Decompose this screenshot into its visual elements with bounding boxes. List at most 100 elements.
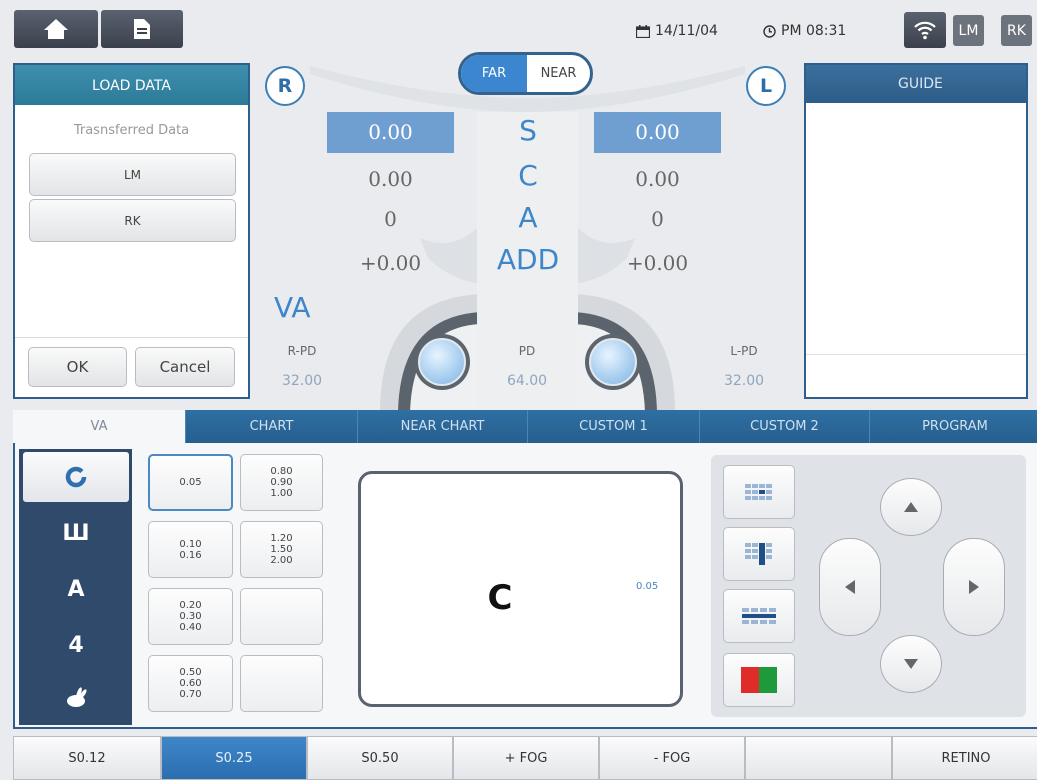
optotype-ring-c[interactable]: [23, 452, 129, 502]
chart-mask-single-button[interactable]: [723, 465, 795, 519]
calendar-icon: [636, 24, 650, 38]
left-eye-indicator[interactable]: L: [746, 66, 786, 106]
far-option[interactable]: FAR: [461, 55, 527, 92]
tab-program[interactable]: PROGRAM: [869, 410, 1037, 443]
left-sphere-value[interactable]: 0.00: [594, 112, 721, 153]
tab-va[interactable]: VA: [13, 410, 185, 443]
transferred-data-label: Trasnsferred Data: [73, 123, 190, 138]
tab-custom-1[interactable]: CUSTOM 1: [527, 410, 699, 443]
document-button[interactable]: [101, 10, 183, 48]
sphere-label: S: [519, 114, 537, 147]
acuity-cell-empty-2[interactable]: [240, 655, 323, 712]
tab-chart[interactable]: CHART: [185, 410, 357, 443]
left-pd-label: L-PD: [730, 344, 758, 358]
far-near-toggle[interactable]: FAR NEAR: [458, 52, 593, 95]
right-eye-indicator[interactable]: R: [265, 66, 305, 106]
s025-button[interactable]: S0.25: [161, 736, 307, 780]
date-text: 14/11/04: [655, 23, 718, 39]
divider: [15, 337, 248, 338]
arrow-up-button[interactable]: [880, 478, 942, 536]
load-data-title: LOAD DATA: [15, 65, 248, 105]
right-axis-value[interactable]: 0: [327, 203, 454, 235]
chart-mask-vertical-button[interactable]: [723, 527, 795, 581]
load-data-panel: LOAD DATA Trasnsferred Data LM RK OK Can…: [13, 63, 250, 399]
triangle-right-icon: [969, 580, 979, 594]
date-display: 14/11/04: [636, 23, 718, 39]
arrow-left-button[interactable]: [819, 538, 881, 636]
s050-button[interactable]: S0.50: [307, 736, 453, 780]
right-lens[interactable]: [414, 334, 470, 390]
tab-near-chart[interactable]: NEAR CHART: [357, 410, 527, 443]
pd-value[interactable]: 64.00: [500, 373, 554, 389]
right-add-value[interactable]: +0.00: [327, 247, 454, 279]
wifi-status[interactable]: [904, 12, 946, 48]
home-icon: [44, 19, 68, 39]
lm-badge[interactable]: LM: [953, 15, 984, 46]
triangle-up-icon: [904, 502, 918, 512]
displayed-acuity: 0.05: [636, 581, 659, 592]
cylinder-label: C: [518, 159, 538, 192]
plus-fog-button[interactable]: + FOG: [453, 736, 599, 780]
arrow-right-button[interactable]: [943, 538, 1005, 636]
acuity-cell-0.50-0.70[interactable]: 0.50 0.60 0.70: [148, 655, 233, 712]
ok-button[interactable]: OK: [28, 347, 127, 387]
acuity-cell-empty-1[interactable]: [240, 588, 323, 645]
red-green-icon: [741, 667, 777, 693]
rabbit-icon: [67, 687, 87, 707]
minus-fog-button[interactable]: - FOG: [599, 736, 745, 780]
left-pd-value[interactable]: 32.00: [717, 373, 771, 389]
chart-mask-horizontal-button[interactable]: [723, 589, 795, 643]
left-axis-value[interactable]: 0: [594, 203, 721, 235]
bottom-toolbar: S0.12 S0.25 S0.50 + FOG - FOG RETINO: [13, 736, 1037, 780]
time-display: PM 08:31: [763, 23, 846, 39]
triangle-left-icon: [845, 580, 855, 594]
near-option[interactable]: NEAR: [527, 55, 590, 92]
arrow-down-button[interactable]: [880, 635, 942, 693]
single-letter-mask-icon: [745, 484, 772, 500]
right-pd-value[interactable]: 32.00: [275, 373, 329, 389]
cancel-button[interactable]: Cancel: [135, 347, 235, 387]
acuity-cell-0.10-0.16[interactable]: 0.10 0.16: [148, 521, 233, 578]
add-label: ADD: [496, 243, 560, 276]
acuity-cell-1.20-2.00[interactable]: 1.20 1.50 2.00: [240, 521, 323, 578]
empty-toolbar-button[interactable]: [745, 736, 892, 780]
rk-badge[interactable]: RK: [1001, 15, 1032, 46]
wifi-icon: [914, 21, 936, 40]
horizontal-line-mask-icon: [742, 608, 776, 624]
vertical-line-mask-icon: [745, 543, 772, 565]
retino-button[interactable]: RETINO: [892, 736, 1037, 780]
right-lens-glass: [418, 338, 466, 386]
load-rk-button[interactable]: RK: [29, 199, 236, 242]
landolt-c-icon: [65, 466, 87, 488]
optotype-letter-a[interactable]: A: [23, 564, 129, 614]
left-lens[interactable]: [585, 334, 641, 390]
guide-title: GUIDE: [806, 65, 1026, 103]
guide-content: [806, 103, 1026, 355]
optotype-number-4[interactable]: 4: [23, 620, 129, 670]
pd-label: PD: [518, 344, 536, 358]
right-cylinder-value[interactable]: 0.00: [327, 163, 454, 195]
time-text: PM 08:31: [781, 23, 847, 39]
left-lens-glass: [589, 338, 637, 386]
acuity-cell-0.20-0.40[interactable]: 0.20 0.30 0.40: [148, 588, 233, 645]
tab-bar: VA CHART NEAR CHART CUSTOM 1 CUSTOM 2 PR…: [13, 410, 1037, 443]
right-sphere-value[interactable]: 0.00: [327, 112, 454, 153]
left-cylinder-value[interactable]: 0.00: [594, 163, 721, 195]
optotype-rabbit[interactable]: [23, 674, 129, 720]
left-add-value[interactable]: +0.00: [594, 247, 721, 279]
guide-panel: GUIDE: [804, 63, 1028, 399]
axis-label: A: [518, 201, 538, 234]
load-lm-button[interactable]: LM: [29, 153, 236, 196]
acuity-cell-0.05[interactable]: 0.05: [148, 454, 233, 511]
right-pd-label: R-PD: [287, 344, 317, 358]
red-green-button[interactable]: [723, 653, 795, 707]
acuity-cell-0.80-1.00[interactable]: 0.80 0.90 1.00: [240, 454, 323, 511]
triangle-down-icon: [904, 659, 918, 669]
s012-button[interactable]: S0.12: [13, 736, 161, 780]
home-button[interactable]: [14, 10, 98, 48]
va-label: VA: [274, 291, 311, 324]
optotype-tumbling-e[interactable]: Ш: [23, 508, 129, 558]
document-icon: [134, 19, 150, 39]
tab-custom-2[interactable]: CUSTOM 2: [699, 410, 869, 443]
clock-icon: [763, 24, 776, 38]
